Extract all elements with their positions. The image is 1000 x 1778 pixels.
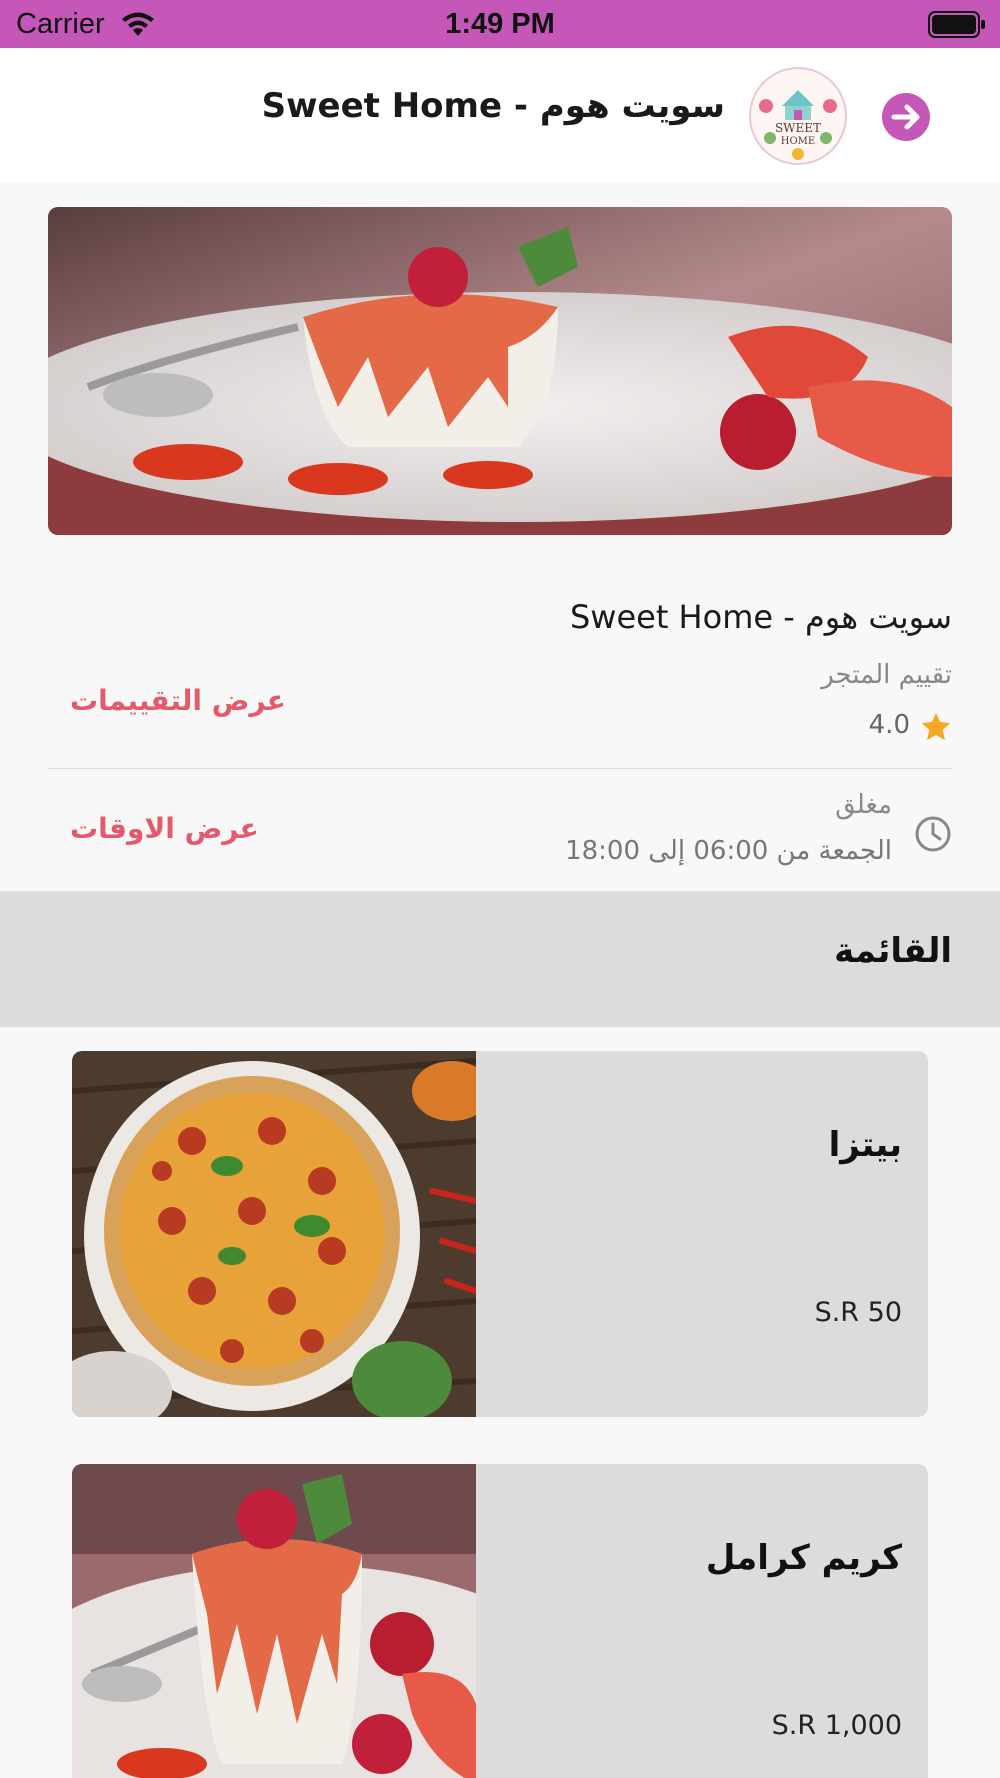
menu-item-name: كريم كرامل — [705, 1538, 902, 1578]
menu-item-price: S.R 50 — [814, 1297, 902, 1328]
star-icon — [922, 713, 950, 740]
divider — [48, 768, 952, 769]
svg-text:HOME: HOME — [781, 136, 815, 147]
view-hours-link[interactable]: عرض الاوقات — [70, 812, 259, 845]
battery-icon — [928, 11, 985, 38]
menu-item-price: S.R 1,000 — [771, 1710, 902, 1741]
store-logo: SWEET HOME — [748, 66, 848, 166]
menu-title: القائمة — [834, 931, 952, 971]
rating-label: تقييم المتجر — [821, 660, 952, 690]
status-time: 1:49 PM — [445, 8, 555, 40]
back-button[interactable] — [882, 93, 930, 141]
menu-section-header: القائمة — [0, 891, 1000, 1027]
store-name: سويت هوم - Sweet Home — [569, 598, 952, 636]
menu-item-image — [72, 1051, 476, 1417]
view-reviews-link[interactable]: عرض التقييمات — [70, 684, 286, 717]
rating-row: 4.0 — [832, 708, 952, 744]
opening-hours: الجمعة من 06:00 إلى 18:00 — [565, 836, 892, 866]
store-hero-image — [48, 207, 952, 535]
clock-icon — [915, 816, 951, 852]
page-title: سويت هوم - Sweet Home — [261, 86, 725, 126]
menu-item-card[interactable]: كريم كرامل S.R 1,000 — [72, 1464, 928, 1778]
svg-text:SWEET: SWEET — [775, 121, 821, 135]
status-bar: Carrier 1:49 PM — [0, 0, 1000, 48]
rating-value: 4.0 — [868, 710, 910, 740]
menu-item-name: بيتزا — [828, 1125, 902, 1165]
nav-header: سويت هوم - Sweet Home SWEET HOME — [0, 48, 1000, 182]
menu-item-card[interactable]: بيتزا S.R 50 — [72, 1051, 928, 1417]
store-status: مغلق — [835, 790, 892, 820]
arrow-right-icon — [891, 104, 920, 130]
menu-item-image — [72, 1464, 476, 1778]
